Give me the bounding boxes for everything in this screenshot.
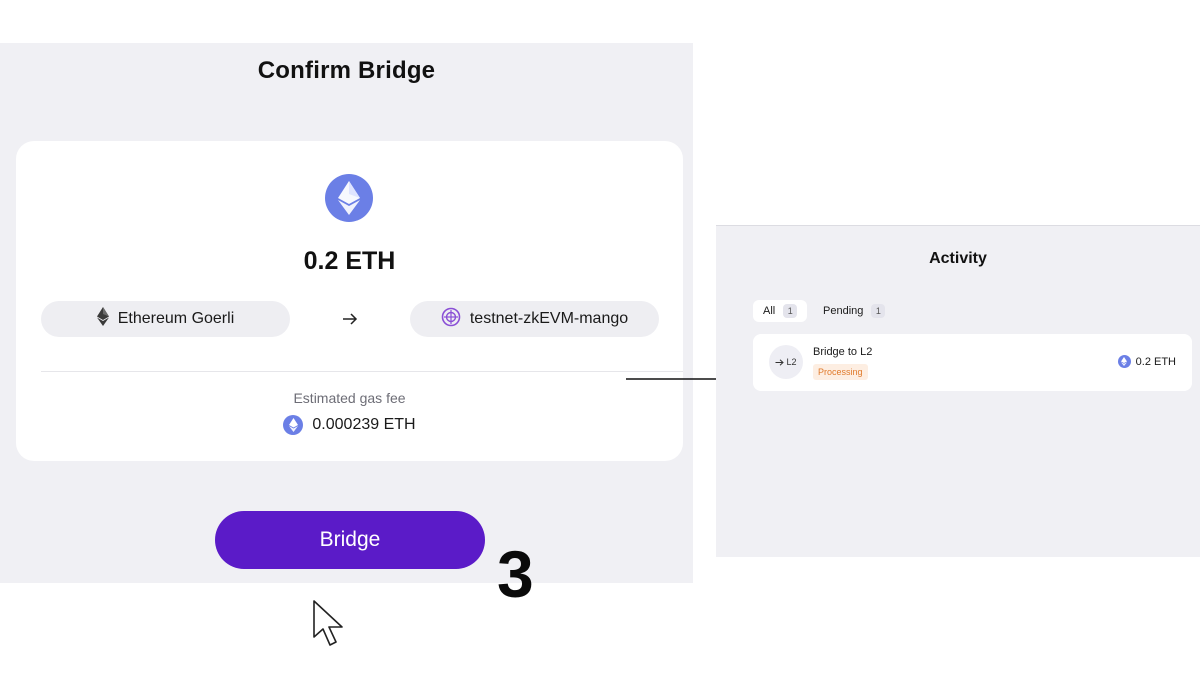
tab-all[interactable]: All 1 — [753, 300, 808, 322]
amount-value: 0.2 ETH — [1135, 355, 1176, 368]
tab-label: All — [763, 305, 776, 317]
activity-item[interactable]: L2 Bridge to L2 Processing 0.2 ETH — [753, 334, 1192, 391]
page-title: Confirm Bridge — [257, 57, 436, 84]
eth-icon — [1117, 355, 1131, 368]
arrow-right-icon — [338, 307, 362, 331]
gas-fee-row: 0.000239 ETH — [16, 415, 683, 435]
gas-fee-label: Estimated gas fee — [293, 390, 406, 406]
icon-text: L2 — [786, 357, 797, 367]
bridge-summary-card: 0.2 ETH Ethereum Goerli testnet-zkEVM-ma… — [16, 141, 683, 461]
cursor-icon — [313, 600, 343, 646]
eth-icon — [325, 174, 373, 222]
bridge-to-l2-icon: L2 — [769, 345, 803, 379]
ethereum-diamond-icon — [96, 307, 109, 331]
divider — [41, 371, 683, 372]
to-chain-label: testnet-zkEVM-mango — [469, 310, 629, 327]
tab-label: Pending — [823, 305, 864, 317]
bridge-button[interactable]: Bridge — [215, 511, 485, 569]
status-badge: Processing — [813, 364, 868, 380]
eth-icon — [283, 415, 304, 435]
activity-panel: Activity All 1 Pending 1 L2 Bridge to L2… — [716, 225, 1200, 557]
from-chain-label: Ethereum Goerli — [117, 310, 235, 327]
activity-item-amount: 0.2 ETH — [1117, 355, 1176, 368]
tab-count-badge: 1 — [871, 304, 886, 318]
gas-fee-value: 0.000239 ETH — [312, 416, 416, 433]
activity-title: Activity — [929, 250, 987, 267]
zkevm-icon — [441, 307, 461, 332]
to-chain-pill: testnet-zkEVM-mango — [410, 301, 659, 337]
tab-count-badge: 1 — [783, 304, 798, 318]
step-number: 3 — [497, 537, 534, 611]
confirm-bridge-panel: Confirm Bridge 0.2 ETH Ethereum Goerli t… — [0, 43, 693, 646]
activity-item-title: Bridge to L2 — [813, 346, 873, 358]
bridge-amount: 0.2 ETH — [303, 247, 396, 275]
from-chain-pill: Ethereum Goerli — [41, 301, 290, 337]
tab-pending[interactable]: Pending 1 — [813, 300, 895, 322]
